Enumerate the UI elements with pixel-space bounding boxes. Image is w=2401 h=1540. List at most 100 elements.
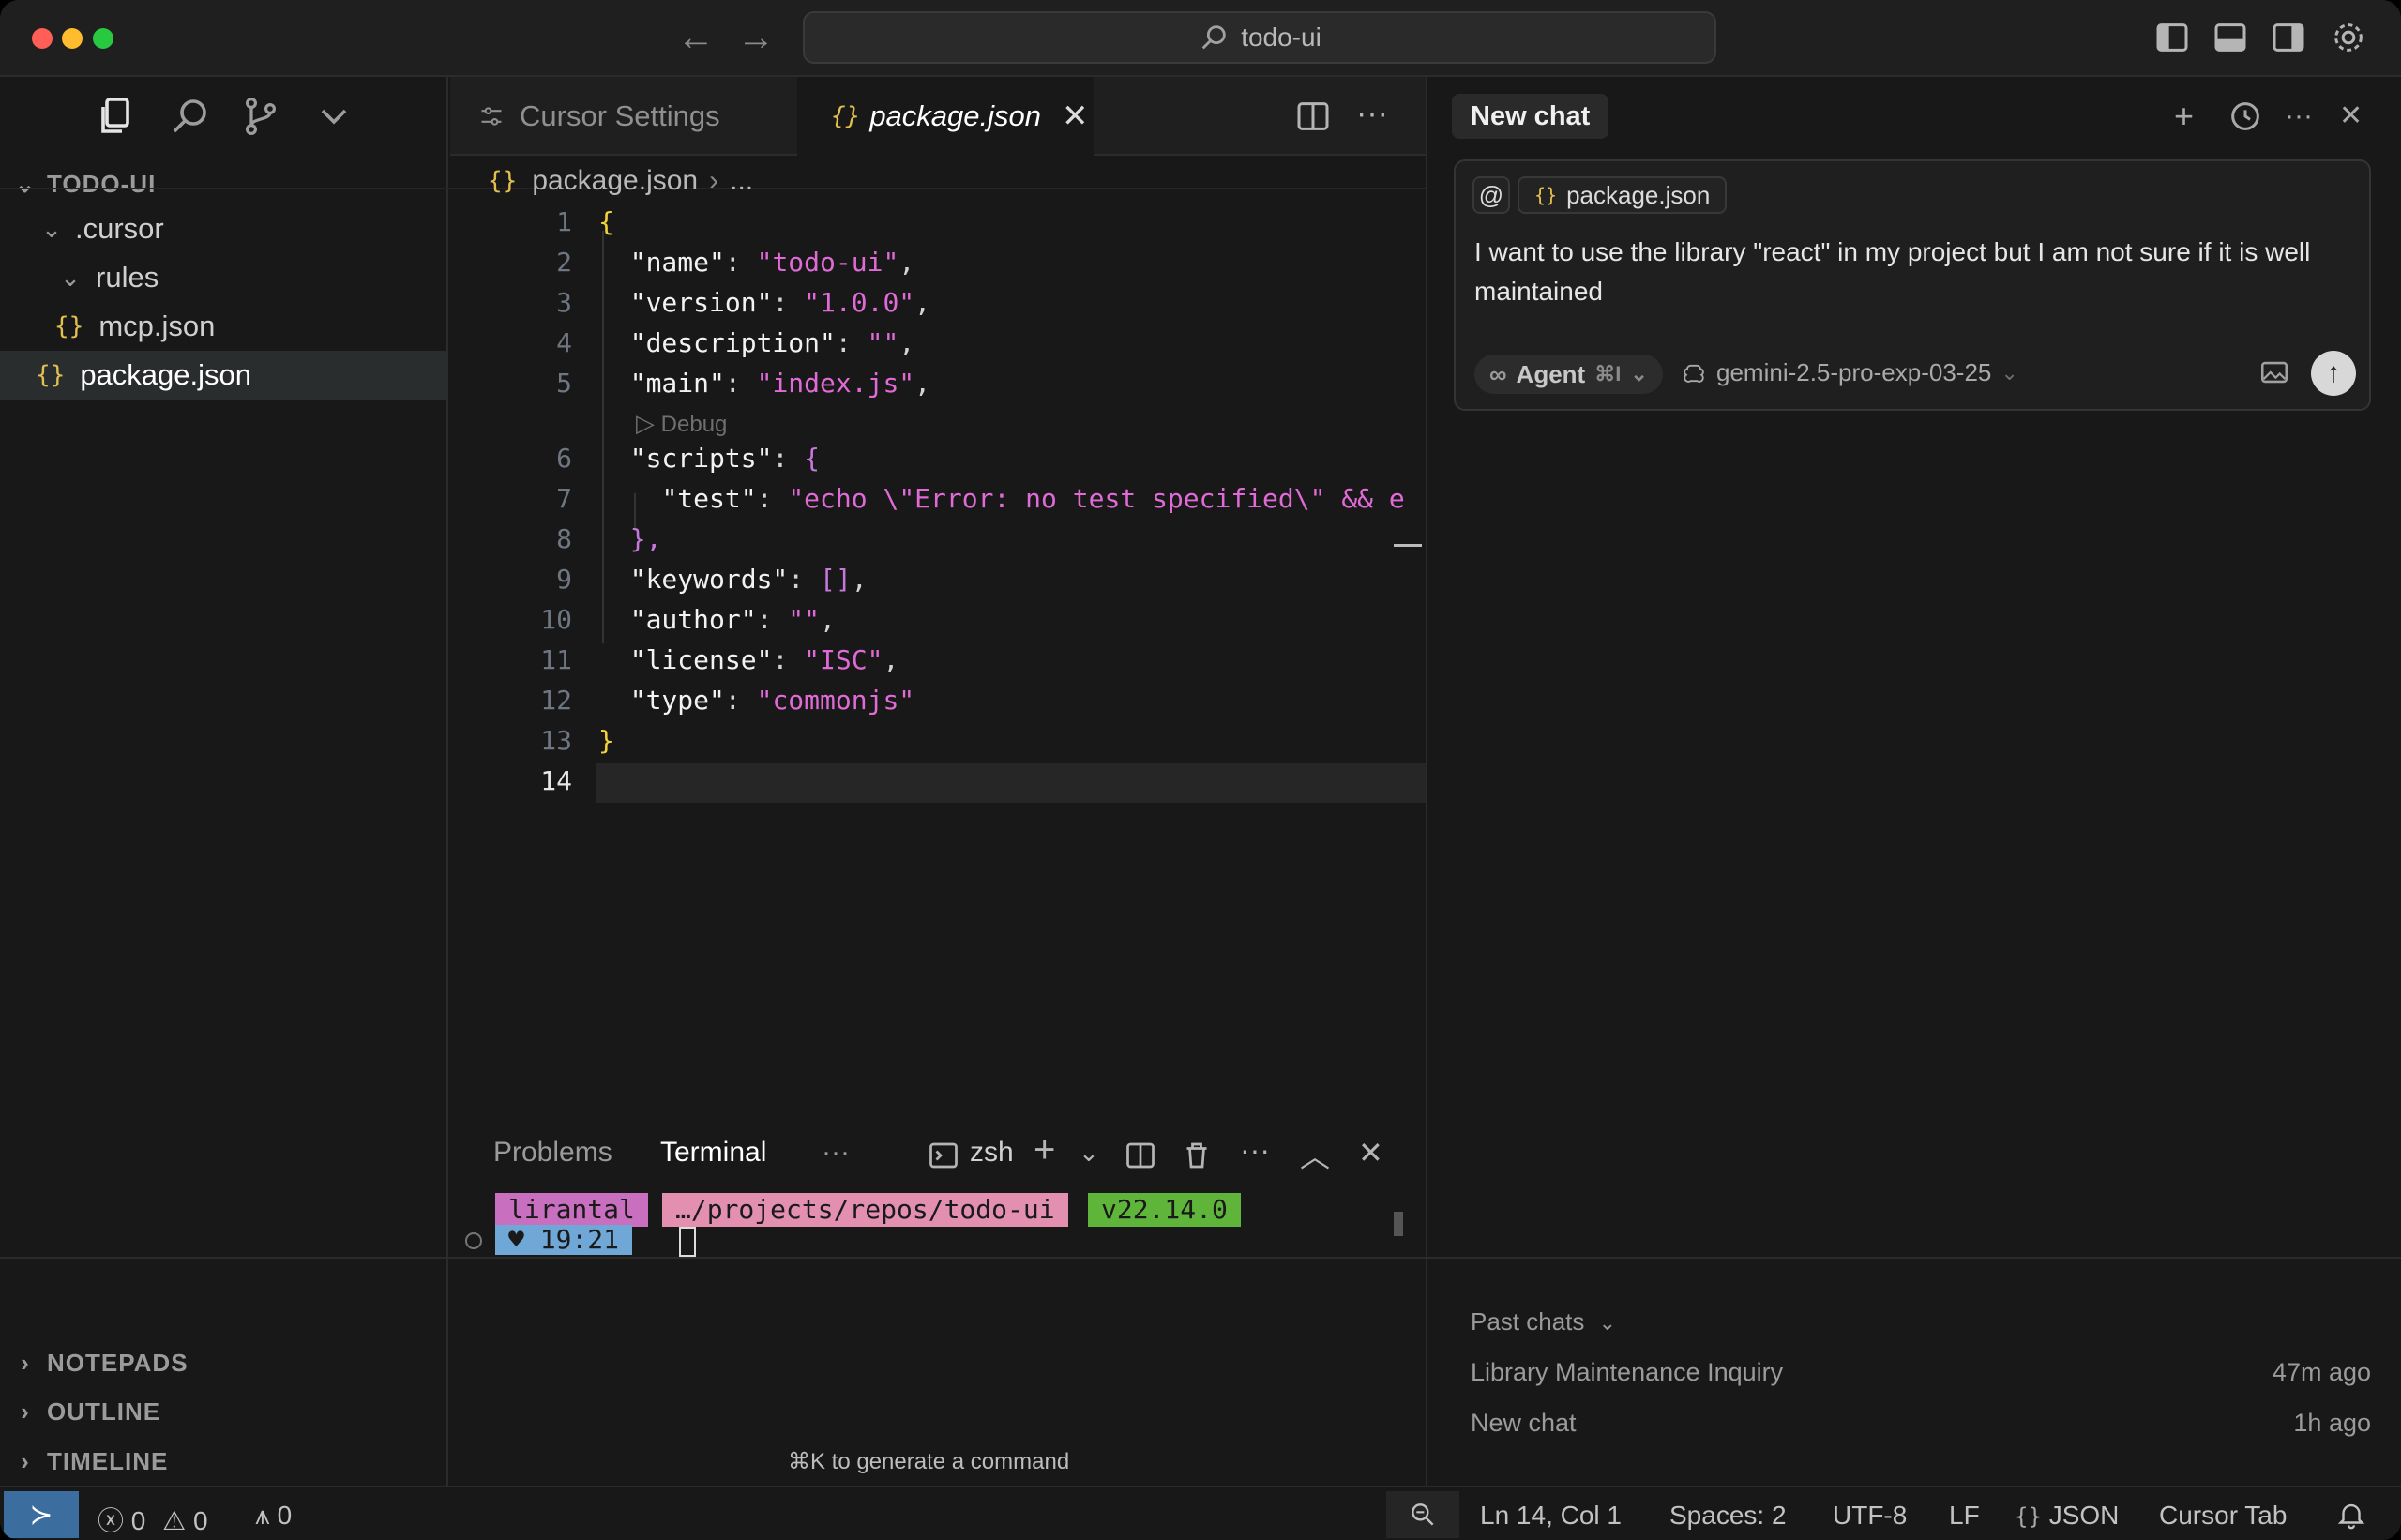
- chat-composer[interactable]: @ {} package.json I want to use the libr…: [1454, 159, 2371, 411]
- image-icon[interactable]: [2258, 356, 2290, 388]
- arrow-up-icon: ↑: [2326, 357, 2341, 388]
- end-of-line[interactable]: LF: [1949, 1501, 1980, 1531]
- tab-cursor-settings[interactable]: Cursor Settings: [450, 77, 797, 156]
- ports-indicator[interactable]: ⩚ 0: [255, 1501, 292, 1532]
- past-chat-item[interactable]: New chat 1h ago: [1471, 1409, 2371, 1438]
- line-number: 14: [540, 765, 572, 796]
- encoding[interactable]: UTF-8: [1833, 1501, 1907, 1531]
- toggle-panel-icon[interactable]: [2212, 19, 2249, 56]
- close-panel-icon[interactable]: ✕: [1358, 1135, 1383, 1170]
- explorer-root-header[interactable]: ⌄ TODO-UI: [0, 163, 448, 204]
- context-file-label: package.json: [1566, 180, 1711, 209]
- add-context-button[interactable]: @: [1472, 176, 1510, 214]
- panel-divider: [0, 1257, 2401, 1259]
- tree-item-package-json[interactable]: {} package.json: [0, 351, 448, 400]
- cursor-position[interactable]: Ln 14, Col 1: [1480, 1501, 1622, 1531]
- debug-codelens[interactable]: ▷ Debug: [636, 409, 727, 438]
- agent-mode-selector[interactable]: ∞ Agent ⌘I ⌄: [1474, 355, 1663, 394]
- toggle-secondary-sidebar-icon[interactable]: [2270, 19, 2307, 56]
- close-icon[interactable]: ✕: [1062, 98, 1089, 135]
- past-chat-item[interactable]: Library Maintenance Inquiry 47m ago: [1471, 1358, 2371, 1387]
- close-window-button[interactable]: [32, 28, 53, 49]
- command-center-search[interactable]: todo-ui: [803, 11, 1716, 64]
- bell-icon[interactable]: [2335, 1499, 2367, 1531]
- command-center-text: todo-ui: [1241, 23, 1321, 52]
- past-chat-title: Library Maintenance Inquiry: [1471, 1358, 1784, 1386]
- trash-icon[interactable]: [1180, 1139, 1214, 1172]
- tree-item-cursor-folder[interactable]: ⌄ .cursor: [0, 204, 448, 253]
- maximize-window-button[interactable]: [93, 28, 113, 49]
- cursor-tab-status[interactable]: Cursor Tab: [2159, 1501, 2287, 1531]
- tree-item-rules-folder[interactable]: ⌄ rules: [0, 253, 448, 302]
- chevron-down-icon[interactable]: [311, 94, 356, 139]
- close-icon[interactable]: ✕: [2339, 98, 2377, 135]
- terminal-scrollbar[interactable]: [1394, 1212, 1403, 1236]
- tab-terminal[interactable]: Terminal: [660, 1137, 766, 1169]
- app-window: ← → todo-ui ⌄ TODO-UI ⌄ .cursor ⌄ rules: [0, 0, 2401, 1540]
- problems-indicator[interactable]: ⓧ 0 ⚠ 0: [98, 1501, 208, 1538]
- remote-indicator[interactable]: ≻: [4, 1491, 79, 1538]
- gear-icon[interactable]: [2330, 19, 2367, 56]
- tree-item-mcp-json[interactable]: {} mcp.json: [0, 302, 448, 351]
- chevron-down-icon: ⌄: [1598, 1311, 1617, 1335]
- json-file-icon: {}: [54, 312, 84, 340]
- brain-icon: [1684, 364, 1704, 383]
- toggle-primary-sidebar-icon[interactable]: [2153, 19, 2191, 56]
- line-number: 5: [556, 368, 572, 399]
- chevron-down-icon[interactable]: ⌄: [1079, 1139, 1099, 1168]
- terminal-shell-label[interactable]: zsh: [970, 1137, 1014, 1169]
- code-line-10: "author": "",: [629, 604, 836, 635]
- model-selector[interactable]: gemini-2.5-pro-exp-03-25 ⌄: [1681, 358, 2018, 387]
- more-actions-icon[interactable]: ···: [1240, 1133, 1270, 1168]
- send-button[interactable]: ↑: [2311, 351, 2356, 396]
- tab-package-json[interactable]: {} package.json ✕: [797, 77, 1094, 156]
- terminal-icon: [929, 1142, 958, 1169]
- split-terminal-icon[interactable]: [1124, 1139, 1157, 1172]
- error-icon: ⓧ: [98, 1506, 125, 1535]
- minimize-window-button[interactable]: [62, 28, 83, 49]
- add-terminal-icon[interactable]: +: [1034, 1129, 1055, 1171]
- json-file-icon: {}: [1534, 184, 1558, 206]
- past-chat-time: 47m ago: [2272, 1358, 2371, 1386]
- history-icon[interactable]: [2227, 98, 2264, 135]
- chat-title[interactable]: New chat: [1452, 94, 1609, 139]
- code-line-3: "version": "1.0.0",: [629, 287, 931, 318]
- forward-arrow-icon[interactable]: →: [737, 17, 775, 58]
- back-arrow-icon[interactable]: ←: [677, 17, 715, 58]
- section-label: OUTLINE: [47, 1397, 161, 1426]
- source-control-icon[interactable]: [238, 94, 283, 139]
- breadcrumb-file[interactable]: package.json: [532, 165, 698, 197]
- tab-problems[interactable]: Problems: [493, 1137, 612, 1169]
- code-editor[interactable]: 1 2 3 4 5 6 7 8 9 10 11 12 13 14 { "name…: [450, 203, 1426, 1122]
- tree-item-label: rules: [96, 261, 159, 294]
- maximize-panel-icon[interactable]: ︿: [1300, 1133, 1330, 1176]
- split-editor-icon[interactable]: [1294, 98, 1332, 135]
- json-file-icon: {}: [36, 361, 66, 389]
- more-actions-icon[interactable]: ···: [2285, 98, 2322, 135]
- chevron-down-icon: ⌄: [41, 214, 62, 243]
- context-file-pill[interactable]: {} package.json: [1518, 176, 1728, 214]
- warning-count: 0: [193, 1506, 208, 1535]
- more-actions-icon[interactable]: ···: [1356, 96, 1388, 132]
- tab-label: package.json: [869, 99, 1041, 132]
- indentation[interactable]: Spaces: 2: [1669, 1501, 1787, 1531]
- codelens-label: Debug: [660, 412, 728, 437]
- prompt-path: …/projects/repos/todo-ui: [662, 1193, 1068, 1227]
- json-file-icon: {}: [488, 167, 518, 195]
- prompt-status-icon: [465, 1232, 482, 1249]
- chat-divider: [1426, 77, 1427, 1486]
- new-chat-icon[interactable]: +: [2174, 98, 2212, 135]
- zoom-button[interactable]: [1386, 1491, 1459, 1538]
- section-notepads[interactable]: › NOTEPADS: [0, 1338, 448, 1387]
- chat-message-input[interactable]: I want to use the library "react" in my …: [1474, 233, 2356, 311]
- panel-more-tabs[interactable]: ···: [822, 1137, 850, 1169]
- code-line-6: "scripts": {: [629, 443, 821, 474]
- language-mode[interactable]: {} JSON: [2015, 1501, 2119, 1531]
- past-chats-toggle[interactable]: Past chats ⌄: [1471, 1307, 1616, 1336]
- section-outline[interactable]: › OUTLINE: [0, 1387, 448, 1436]
- breadcrumb-more[interactable]: ...: [730, 165, 753, 197]
- explorer-files-icon[interactable]: [94, 94, 139, 139]
- search-icon[interactable]: [167, 94, 212, 139]
- section-timeline[interactable]: › TIMELINE: [0, 1437, 448, 1486]
- tree-item-label: package.json: [80, 358, 251, 391]
